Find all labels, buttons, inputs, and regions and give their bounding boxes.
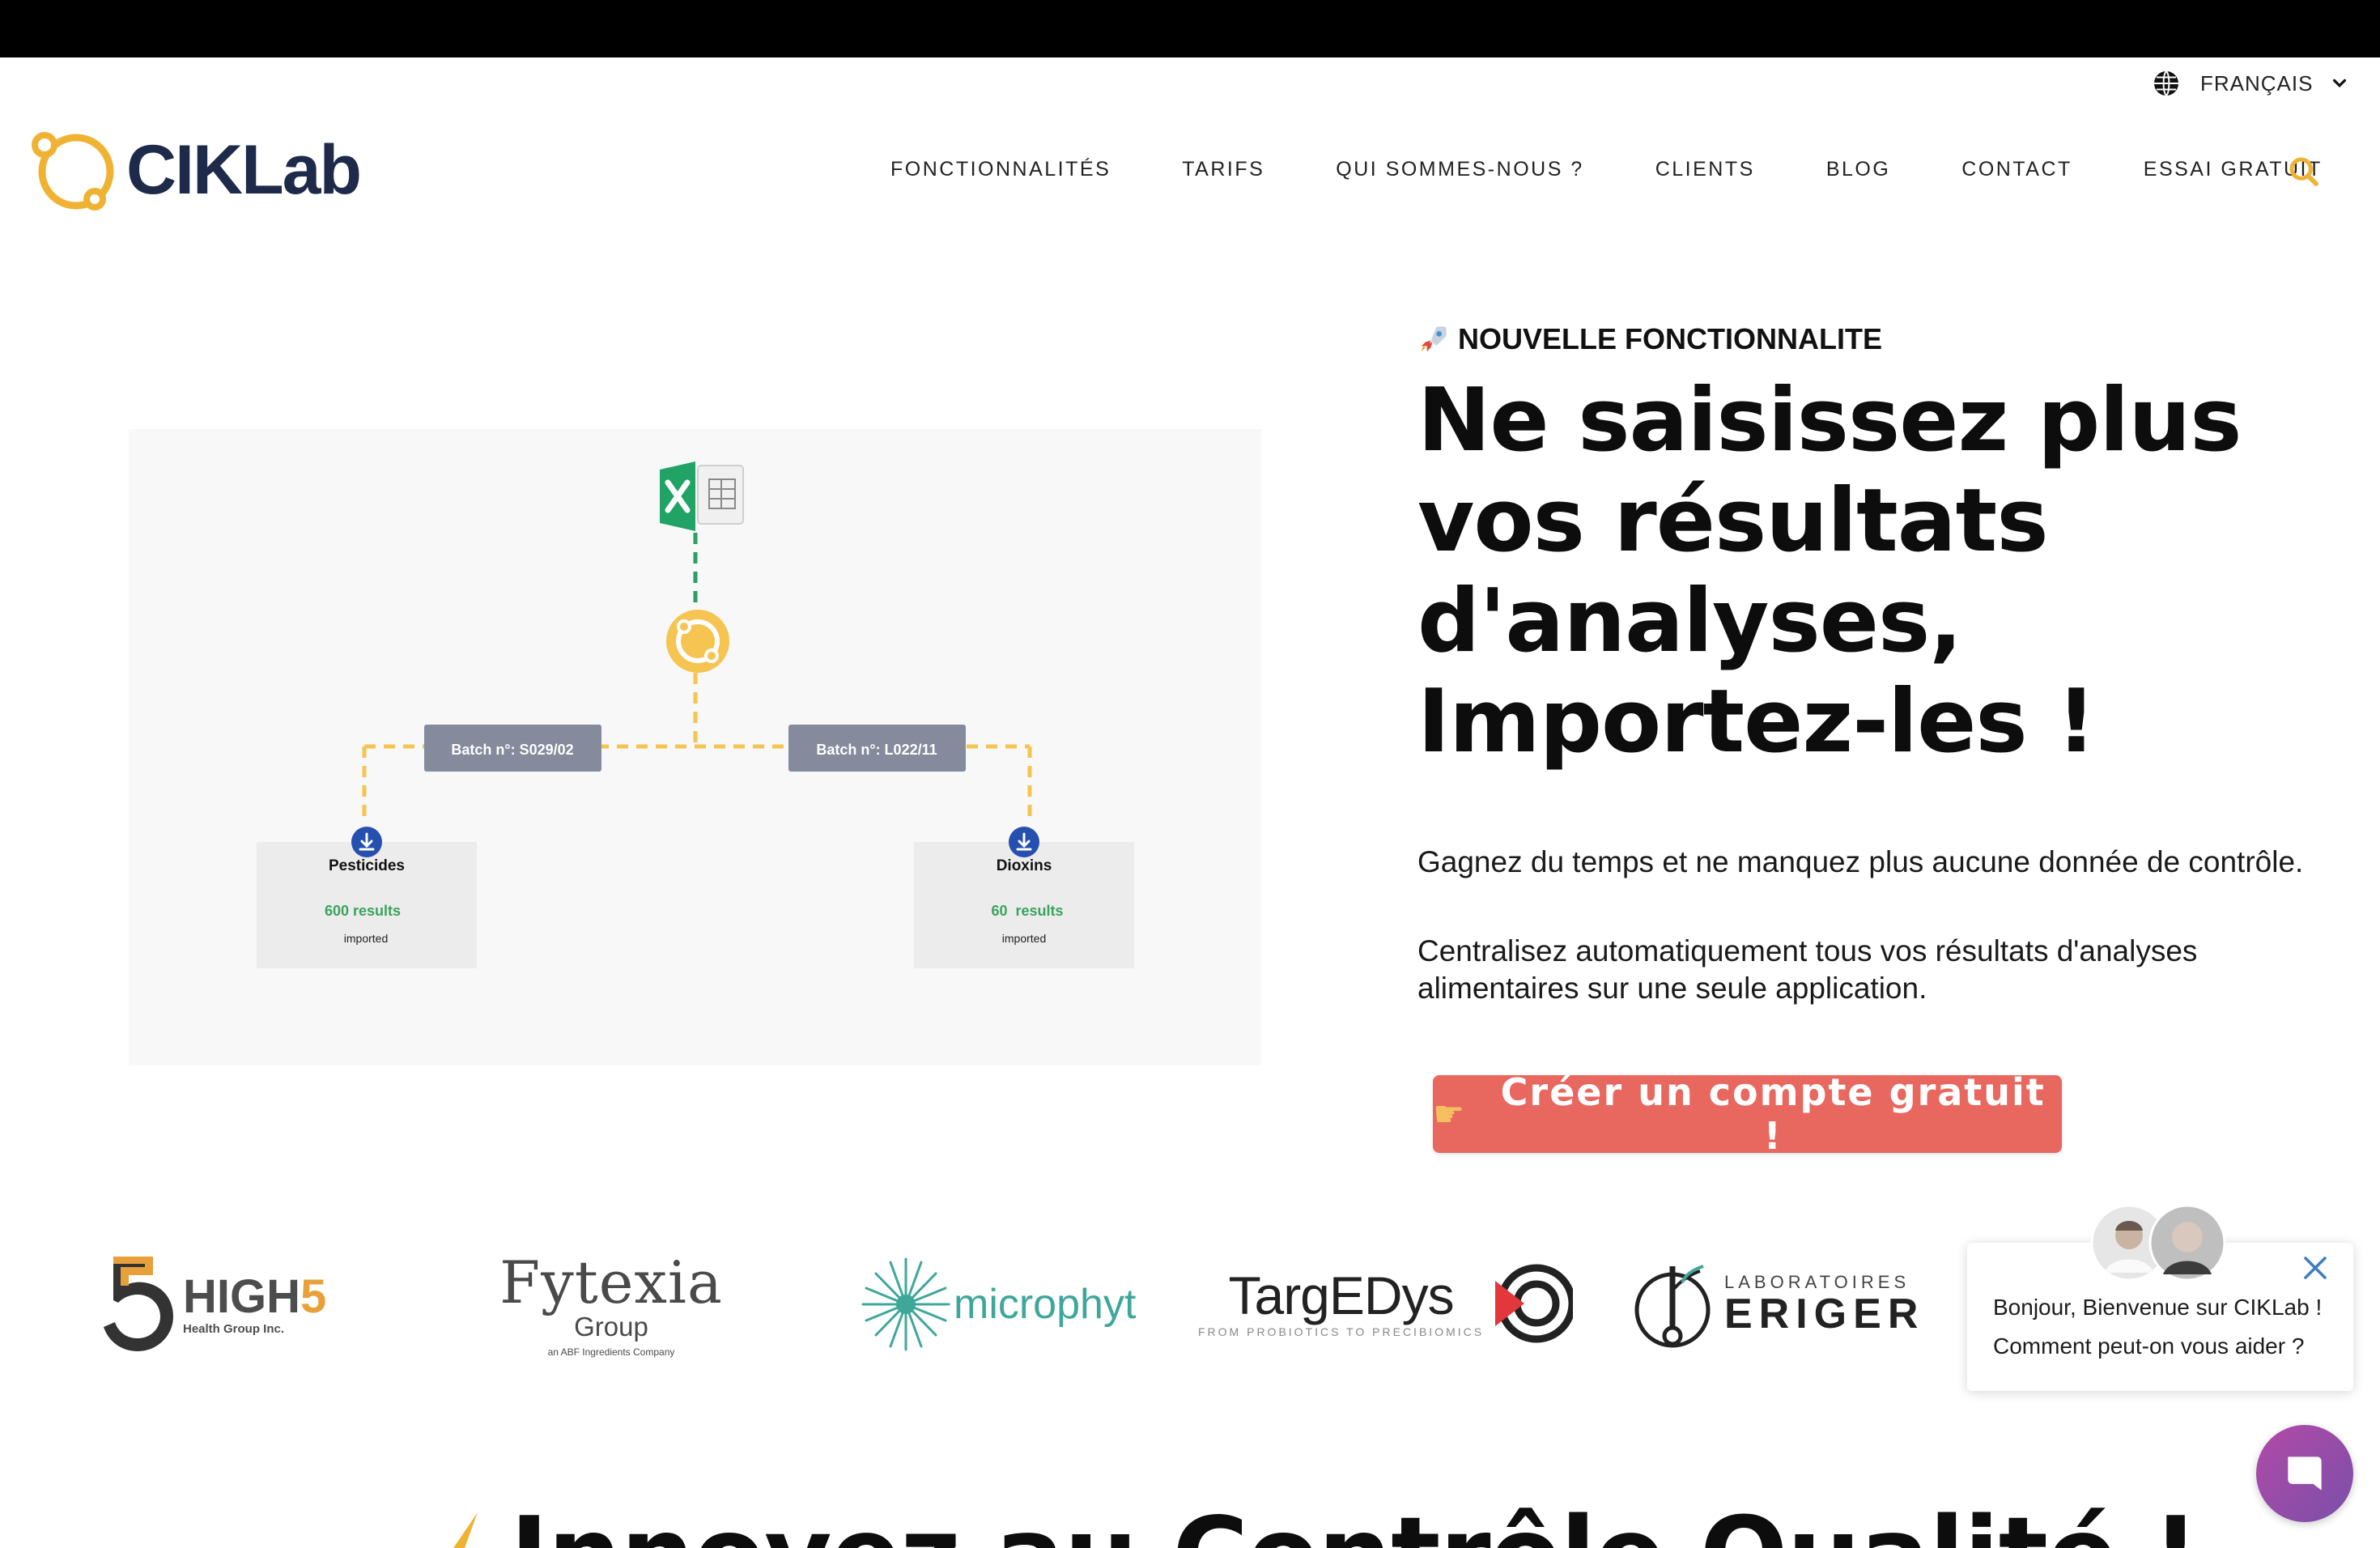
eriger-line2: ERIGER [1724, 1291, 1925, 1337]
excel-file-icon [660, 461, 744, 531]
microphyt-star-icon [861, 1257, 950, 1351]
close-icon[interactable] [2301, 1253, 2330, 1282]
hero-kicker: NOUVELLE FONCTIONNALITE [1417, 322, 1882, 356]
card-left-status: imported [344, 932, 388, 945]
high5-number: 5 [300, 1269, 327, 1323]
nav-tarifs[interactable]: TARIFS [1182, 154, 1264, 185]
globe-icon [2154, 70, 2178, 96]
targedys-target-icon [1495, 1264, 1574, 1343]
nav-qui-sommes-nous[interactable]: QUI SOMMES-NOUS ? [1336, 154, 1583, 185]
support-agents-avatars [2090, 1204, 2226, 1282]
nav-blog[interactable]: BLOG [1826, 154, 1890, 185]
hero-title-line: Ne saisissez plus [1417, 370, 2242, 471]
batch-left-label: Batch n°: S029/02 [451, 742, 573, 758]
chat-message: Bonjour, Bienvenue sur CIKLab ! Comment … [1993, 1288, 2333, 1366]
card-right-results: 60 results [991, 903, 1063, 919]
hero-paragraph-1: Gagnez du temps et ne manquez plus aucun… [1417, 845, 2304, 878]
card-right-status: imported [1002, 932, 1046, 945]
client-logo-fytexia: Fytexia Group an ABF Ingredients Company [499, 1253, 722, 1358]
search-icon[interactable] [2288, 155, 2320, 188]
eriger-tree-icon [1634, 1265, 1711, 1348]
avatar [2148, 1204, 2226, 1282]
hero-kicker-text: NOUVELLE FONCTIONNALITE [1458, 322, 1882, 355]
nav-contact[interactable]: CONTACT [1961, 154, 2072, 185]
client-logo-microphyt: microphyt [861, 1257, 1136, 1351]
microphyt-name: microphyt [954, 1281, 1137, 1328]
client-logo-eriger: LABORATOIRES ERIGER [1632, 1258, 1924, 1349]
hero-paragraph-2: Centralisez automatiquement tous vos rés… [1417, 934, 2198, 1005]
hero-title-line: d'analyses, [1417, 571, 1962, 672]
hero-title-line: Importez-les ! [1417, 671, 2096, 772]
hero-title: Ne saisissez plus vos résultats d'analys… [1417, 371, 2308, 772]
high5-sub: Health Group Inc. [183, 1321, 285, 1336]
cta-label: Créer un compte gratuit ! [1500, 1070, 2046, 1158]
chevron-down-icon [2333, 79, 2347, 88]
high5-logo-mark [104, 1257, 173, 1351]
fytexia-sub: an ABF Ingredients Company [547, 1346, 675, 1358]
targedys-name: TargEDys [1228, 1265, 1455, 1325]
download-icon [1009, 827, 1039, 857]
chat-message-line: Comment peut-on vous aider ? [1993, 1333, 2305, 1359]
card-left-title: Pesticides [329, 857, 405, 874]
card-left-results: 600 results [325, 903, 401, 919]
import-illustration: Batch n°: S029/02 Batch n°: L022/11 Pest… [129, 429, 1261, 1065]
ciklab-logo-icon [32, 132, 114, 211]
fytexia-group: Group [574, 1312, 648, 1342]
chat-bubble-icon [2288, 1457, 2322, 1491]
nav-clients[interactable]: CLIENTS [1655, 154, 1755, 185]
client-logo-high5: HIGH5 Health Group Inc. [102, 1257, 326, 1352]
card-right-title: Dioxins [997, 857, 1052, 874]
hero-title-line: vos résultats [1417, 470, 2049, 572]
top-black-bar [0, 0, 2380, 57]
batch-right-label: Batch n°: L022/11 [816, 742, 937, 758]
create-free-account-button[interactable]: ☛ Créer un compte gratuit ! [1433, 1070, 2062, 1158]
targedys-sub: FROM PROBIOTICS TO PRECIBIOMICS [1198, 1325, 1485, 1338]
high5-name: HIGH [183, 1269, 300, 1323]
language-selector[interactable]: FRANÇAIS [2152, 68, 2348, 99]
nav-fonctionnalites[interactable]: FONCTIONNALITÉS [890, 154, 1111, 185]
main-navigation: FONCTIONNALITÉS TARIFS QUI SOMMES-NOUS ?… [890, 154, 2323, 185]
chat-launcher-button[interactable] [2256, 1425, 2353, 1522]
import-flow-diagram: Batch n°: S029/02 Batch n°: L022/11 Pest… [257, 461, 1134, 968]
section-heading-text: Innovez au Contrôle Qualité ! [510, 1495, 2199, 1548]
ciklab-logo[interactable]: CIKLab [31, 128, 362, 212]
ciklab-sync-icon [666, 610, 729, 673]
chat-message-line: Bonjour, Bienvenue sur CIKLab ! [1993, 1295, 2323, 1320]
client-logo-targedys: TargEDys FROM PROBIOTICS TO PRECIBIOMICS [1198, 1263, 1574, 1344]
pointing-hand-icon: ☛ [1433, 1094, 1465, 1134]
language-label: FRANÇAIS [2200, 70, 2314, 96]
fytexia-name: Fytexia [499, 1248, 723, 1316]
lightning-icon [453, 1512, 478, 1548]
download-icon [351, 827, 382, 857]
rocket-icon [1422, 326, 1447, 351]
brand-name: CIKLab [126, 131, 362, 209]
section-heading: Innovez au Contrôle Qualité ! [510, 1504, 2199, 1548]
